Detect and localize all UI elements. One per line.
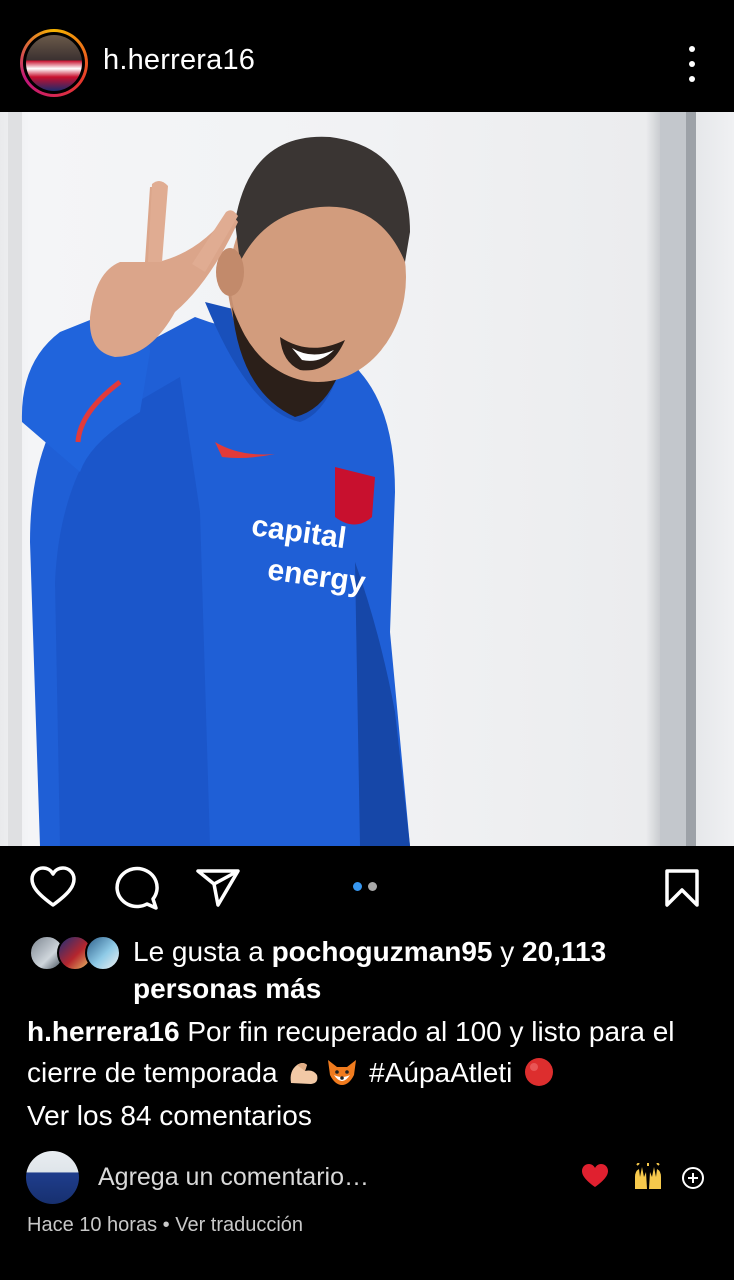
likes-count[interactable]: 20,113 xyxy=(522,936,606,967)
likes-summary[interactable]: Le gusta a pochoguzman95 y 20,113 person… xyxy=(133,933,693,1007)
caption-hashtag[interactable]: #AúpaAtleti xyxy=(369,1057,512,1088)
likes-prefix: Le gusta a xyxy=(133,936,272,967)
liked-by-user[interactable]: pochoguzman95 xyxy=(272,936,493,967)
likes-suffix[interactable]: personas más xyxy=(133,973,321,1004)
post-caption: h.herrera16 Por fin recuperado al 100 y … xyxy=(27,1011,717,1093)
add-circle-icon[interactable] xyxy=(681,1166,705,1190)
likes-middle: y xyxy=(492,936,523,967)
raising-hands-icon[interactable] xyxy=(632,1163,664,1191)
red-circle-icon xyxy=(525,1058,554,1086)
translate-link[interactable]: Ver traducción xyxy=(175,1214,303,1236)
separator: • xyxy=(157,1214,176,1236)
paper-plane-icon[interactable] xyxy=(196,868,240,908)
view-all-comments-link[interactable]: Ver los 84 comentarios xyxy=(27,1100,312,1132)
profile-avatar[interactable] xyxy=(20,29,88,97)
more-options-icon[interactable] xyxy=(678,46,706,82)
post-timestamp: Hace 10 horas • Ver traducción xyxy=(27,1214,303,1237)
action-bar xyxy=(0,846,734,930)
post-username[interactable]: h.herrera16 xyxy=(103,44,255,77)
add-comment-input[interactable]: Agrega un comentario… xyxy=(98,1163,369,1192)
post-photo[interactable]: capital energy xyxy=(0,112,734,846)
red-heart-icon[interactable] xyxy=(581,1163,609,1189)
post-header: h.herrera16 xyxy=(0,0,734,112)
flexed-biceps-icon xyxy=(290,1063,318,1084)
caption-username[interactable]: h.herrera16 xyxy=(27,1016,180,1047)
current-user-avatar xyxy=(26,1151,79,1204)
carousel-indicator xyxy=(353,882,377,891)
liked-by-avatars[interactable] xyxy=(29,935,121,973)
carousel-dot xyxy=(368,882,377,891)
carousel-dot-active xyxy=(353,882,362,891)
fox-icon xyxy=(328,1060,357,1085)
heart-outline-icon[interactable] xyxy=(30,866,76,908)
comment-bubble-icon[interactable] xyxy=(113,866,159,910)
avatar xyxy=(85,935,121,971)
bookmark-icon[interactable] xyxy=(664,868,700,908)
time-ago: Hace 10 horas xyxy=(27,1214,158,1236)
